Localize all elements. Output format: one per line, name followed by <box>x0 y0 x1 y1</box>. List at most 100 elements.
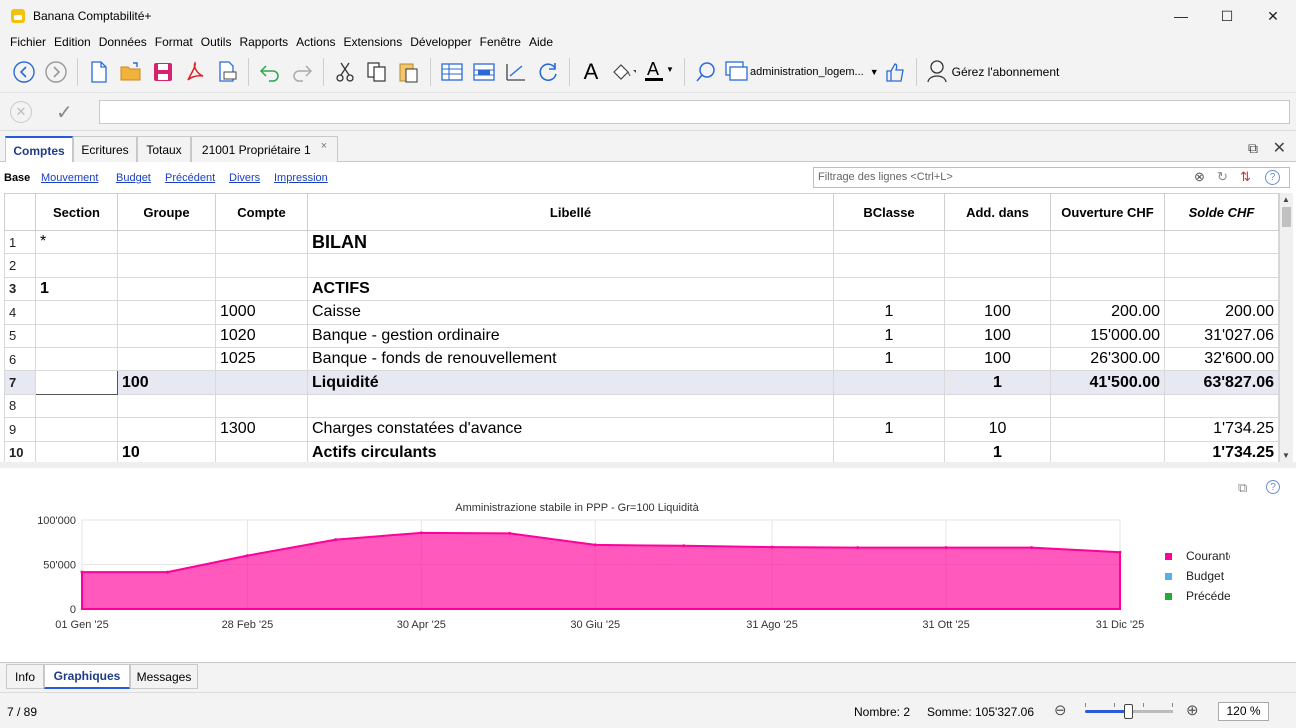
add-dans-cell[interactable] <box>944 276 1051 302</box>
compte-cell[interactable]: 1300 <box>215 417 308 442</box>
menu-outils[interactable]: Outils <box>201 35 232 49</box>
bclasse-cell[interactable]: 1 <box>833 417 945 442</box>
cell-edit-input[interactable] <box>99 100 1290 124</box>
solde-cell[interactable] <box>1164 253 1279 278</box>
close-document-icon[interactable]: ✕ <box>1273 138 1286 158</box>
ouverture-cell[interactable] <box>1050 276 1165 302</box>
libelle-cell[interactable]: Caisse <box>307 300 834 325</box>
bclasse-cell[interactable] <box>833 393 945 419</box>
solde-cell[interactable] <box>1164 276 1279 302</box>
groupe-cell[interactable] <box>117 276 216 302</box>
tab-totaux[interactable]: Totaux <box>137 136 191 163</box>
menu-rapports[interactable]: Rapports <box>239 35 288 49</box>
view-precedent[interactable]: Précédent <box>165 172 215 184</box>
help-icon[interactable]: ? <box>1266 480 1280 494</box>
col-libelle[interactable]: Libellé <box>307 193 834 231</box>
solde-cell[interactable]: 63'827.06 <box>1164 370 1279 395</box>
redo-icon[interactable] <box>289 59 315 85</box>
groupe-cell[interactable] <box>117 393 216 419</box>
add-dans-cell[interactable]: 1 <box>944 370 1051 395</box>
scroll-up-icon[interactable]: ▲ <box>1282 195 1290 204</box>
section-cell[interactable] <box>35 393 118 419</box>
groupe-cell[interactable]: 10 <box>117 440 216 465</box>
libelle-cell[interactable] <box>307 393 834 419</box>
print-preview-icon[interactable] <box>214 59 240 85</box>
undo-icon[interactable] <box>257 59 283 85</box>
row-filter-input[interactable]: Filtrage des lignes <Ctrl+L> ⊗ ↻ ⇅ ? <box>813 167 1290 188</box>
groupe-cell[interactable]: 100 <box>117 370 216 395</box>
insert-rows-icon[interactable] <box>439 59 465 85</box>
copy-icon[interactable] <box>364 59 390 85</box>
fill-color-icon[interactable] <box>610 59 636 85</box>
zoom-value[interactable]: 120 % <box>1218 702 1269 721</box>
confirm-edit-button[interactable]: ✓ <box>56 100 73 125</box>
subscription-button[interactable]: Gérez l'abonnement <box>926 59 1059 86</box>
refresh-icon[interactable] <box>535 59 561 85</box>
view-base[interactable]: Base <box>4 172 30 184</box>
section-cell[interactable]: * <box>35 229 118 255</box>
section-cell[interactable] <box>35 323 118 348</box>
solde-cell[interactable]: 200.00 <box>1164 300 1279 325</box>
help-icon[interactable]: ? <box>1265 170 1280 185</box>
cut-icon[interactable] <box>332 59 358 85</box>
close-tab-icon[interactable]: × <box>321 140 327 152</box>
section-cell[interactable] <box>35 417 118 442</box>
minimize-button[interactable]: — <box>1158 0 1204 32</box>
ouverture-cell[interactable] <box>1050 417 1165 442</box>
add-dans-cell[interactable]: 10 <box>944 417 1051 442</box>
solde-cell[interactable] <box>1164 393 1279 419</box>
like-icon[interactable] <box>882 59 908 85</box>
bclasse-cell[interactable] <box>833 253 945 278</box>
file-selector[interactable]: administration_logem... ▼ <box>724 60 879 85</box>
compte-cell[interactable] <box>215 229 308 255</box>
compte-cell[interactable]: 1000 <box>215 300 308 325</box>
view-mouvement[interactable]: Mouvement <box>41 172 98 184</box>
bclasse-cell[interactable]: 1 <box>833 346 945 372</box>
scroll-thumb[interactable] <box>1282 207 1291 227</box>
bclasse-cell[interactable]: 1 <box>833 300 945 325</box>
col-add-dans[interactable]: Add. dans <box>944 193 1051 231</box>
menu-fichier[interactable]: Fichier <box>10 35 46 49</box>
groupe-cell[interactable] <box>117 417 216 442</box>
ouverture-cell[interactable] <box>1050 229 1165 255</box>
view-budget[interactable]: Budget <box>116 172 151 184</box>
tab-21001-proprietaire[interactable]: 21001 Propriétaire 1 × <box>191 136 338 163</box>
table-row[interactable]: 4 1000 Caisse 1 100 200.00 200.00 <box>4 300 1279 325</box>
bclasse-cell[interactable] <box>833 229 945 255</box>
add-dans-cell[interactable]: 100 <box>944 323 1051 348</box>
col-compte[interactable]: Compte <box>215 193 308 231</box>
groupe-cell[interactable] <box>117 300 216 325</box>
groupe-cell[interactable] <box>117 346 216 372</box>
add-dans-cell[interactable] <box>944 229 1051 255</box>
compte-cell[interactable] <box>215 253 308 278</box>
zoom-in-icon[interactable]: ⊕ <box>1186 701 1199 719</box>
groupe-cell[interactable] <box>117 253 216 278</box>
table-row[interactable]: 3 1 ACTIFS <box>4 276 1279 302</box>
paste-icon[interactable] <box>396 59 422 85</box>
col-solde[interactable]: Solde CHF <box>1164 193 1279 231</box>
libelle-cell[interactable] <box>307 253 834 278</box>
restore-window-icon[interactable]: ⧉ <box>1248 140 1258 157</box>
refresh-filter-icon[interactable]: ↻ <box>1217 169 1228 185</box>
new-file-icon[interactable] <box>86 59 112 85</box>
cancel-edit-button[interactable]: ✕ <box>10 101 32 123</box>
zoom-slider[interactable] <box>1085 704 1173 719</box>
view-impression[interactable]: Impression <box>274 172 328 184</box>
clear-filter-icon[interactable]: ⊗ <box>1194 169 1205 185</box>
menu-extensions[interactable]: Extensions <box>344 35 403 49</box>
ouverture-cell[interactable]: 15'000.00 <box>1050 323 1165 348</box>
ouverture-cell[interactable]: 26'300.00 <box>1050 346 1165 372</box>
menu-actions[interactable]: Actions <box>296 35 335 49</box>
view-divers[interactable]: Divers <box>229 172 260 184</box>
menu-donnees[interactable]: Données <box>99 35 147 49</box>
font-icon[interactable]: A <box>578 59 604 85</box>
libelle-cell[interactable]: Liquidité <box>307 370 834 395</box>
compte-cell[interactable] <box>215 393 308 419</box>
menu-format[interactable]: Format <box>155 35 193 49</box>
col-groupe[interactable]: Groupe <box>117 193 216 231</box>
col-bclasse[interactable]: BClasse <box>833 193 945 231</box>
maximize-button[interactable]: ☐ <box>1204 0 1250 32</box>
search-icon[interactable] <box>693 59 719 85</box>
add-dans-cell[interactable] <box>944 393 1051 419</box>
copy-chart-icon[interactable]: ⧉ <box>1238 480 1247 496</box>
